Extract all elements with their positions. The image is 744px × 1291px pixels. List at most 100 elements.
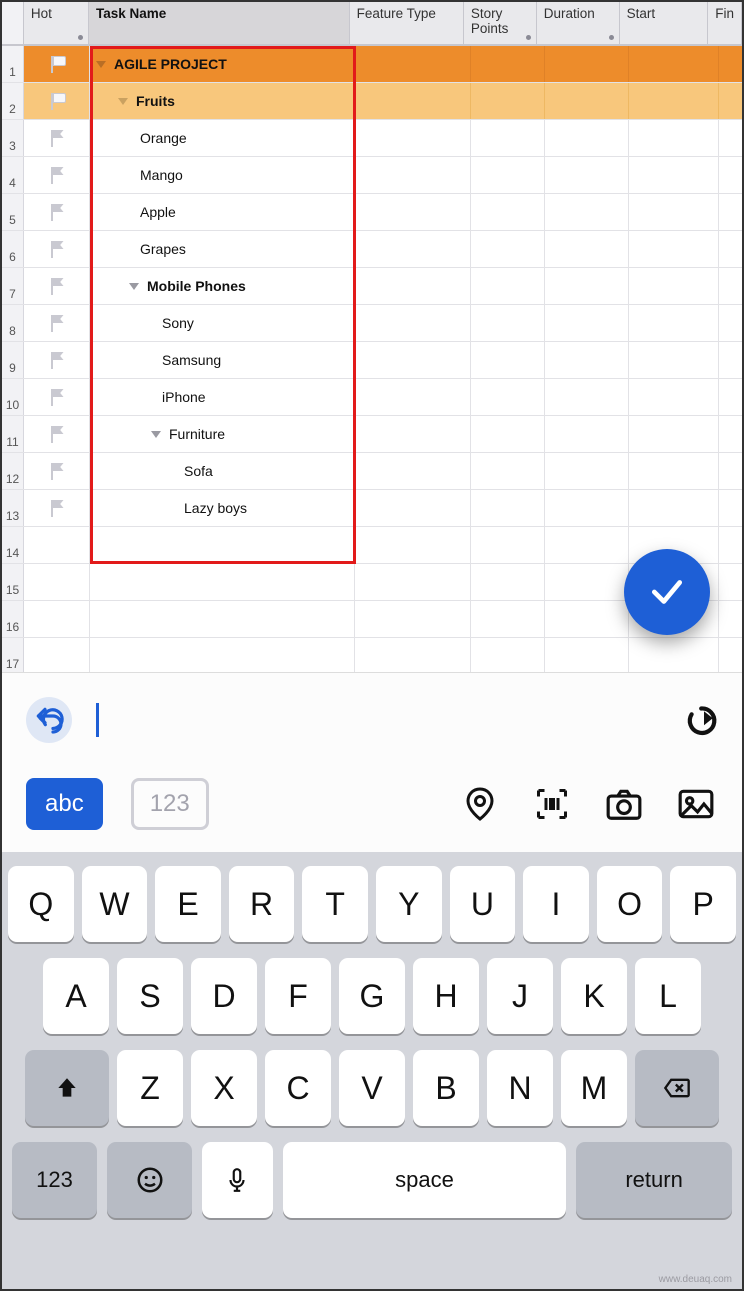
cell-feature_type[interactable] [355,564,471,600]
key-k[interactable]: K [561,958,627,1034]
row-number[interactable]: 13 [2,490,24,526]
table-row[interactable]: 17 [2,638,742,672]
cell-duration[interactable] [545,379,629,415]
key-g[interactable]: G [339,958,405,1034]
task-name-cell[interactable]: iPhone [90,379,355,415]
key-shift[interactable] [25,1050,109,1126]
key-r[interactable]: R [229,866,295,942]
col-header-feature-type[interactable]: Feature Type [350,2,464,45]
row-number[interactable]: 10 [2,379,24,415]
key-x[interactable]: X [191,1050,257,1126]
cell-finish[interactable] [719,416,742,452]
key-y[interactable]: Y [376,866,442,942]
task-name-cell[interactable] [90,638,355,672]
table-row[interactable]: 7Mobile Phones [2,268,742,305]
cell-duration[interactable] [545,342,629,378]
col-header-task-name[interactable]: Task Name [89,2,350,45]
flag-cell[interactable] [24,379,90,415]
cell-finish[interactable] [719,379,742,415]
cell-story_points[interactable] [471,638,545,672]
key-123[interactable]: 123 [12,1142,97,1218]
cell-duration[interactable] [545,527,629,563]
cell-feature_type[interactable] [355,416,471,452]
key-i[interactable]: I [523,866,589,942]
cell-story_points[interactable] [471,527,545,563]
cell-feature_type[interactable] [355,268,471,304]
flag-cell[interactable] [24,453,90,489]
confirm-fab-button[interactable] [624,549,710,635]
table-row[interactable]: 13Lazy boys [2,490,742,527]
flag-cell[interactable] [24,231,90,267]
col-header-duration[interactable]: Duration [537,2,620,45]
table-row[interactable]: 10 iPhone [2,379,742,416]
cell-story_points[interactable] [471,564,545,600]
key-p[interactable]: P [670,866,736,942]
cell-story_points[interactable] [471,46,545,82]
cell-duration[interactable] [545,305,629,341]
key-z[interactable]: Z [117,1050,183,1126]
cell-duration[interactable] [545,157,629,193]
collapse-caret-icon[interactable] [96,61,106,68]
cell-start[interactable] [629,490,719,526]
cell-feature_type[interactable] [355,638,471,672]
flag-cell[interactable] [24,564,90,600]
key-q[interactable]: Q [8,866,74,942]
cell-story_points[interactable] [471,490,545,526]
row-number[interactable]: 14 [2,527,24,563]
cell-story_points[interactable] [471,120,545,156]
task-name-cell[interactable]: AGILE PROJECT [90,46,355,82]
key-space[interactable]: space [283,1142,566,1218]
collapse-caret-icon[interactable] [151,431,161,438]
cell-feature_type[interactable] [355,194,471,230]
row-number[interactable]: 8 [2,305,24,341]
location-button[interactable] [458,782,502,826]
col-header-hot[interactable]: Hot [24,2,89,45]
cell-finish[interactable] [719,83,742,119]
cell-story_points[interactable] [471,231,545,267]
task-name-cell[interactable]: Sony [90,305,355,341]
cell-finish[interactable] [719,194,742,230]
key-emoji[interactable] [107,1142,192,1218]
key-j[interactable]: J [487,958,553,1034]
cell-start[interactable] [629,268,719,304]
key-o[interactable]: O [597,866,663,942]
task-name-cell[interactable] [90,601,355,637]
table-row[interactable]: 12Sofa [2,453,742,490]
key-c[interactable]: C [265,1050,331,1126]
cell-feature_type[interactable] [355,490,471,526]
task-name-cell[interactable]: Mobile Phones [90,268,355,304]
row-number[interactable]: 11 [2,416,24,452]
flag-cell[interactable] [24,490,90,526]
table-row[interactable]: 1 AGILE PROJECT [2,46,742,83]
collapse-caret-icon[interactable] [129,283,139,290]
flag-cell[interactable] [24,342,90,378]
table-row[interactable]: 3Orange [2,120,742,157]
row-number[interactable]: 2 [2,83,24,119]
cell-finish[interactable] [719,231,742,267]
key-h[interactable]: H [413,958,479,1034]
col-header-finish[interactable]: Fin [708,2,742,45]
cell-story_points[interactable] [471,157,545,193]
key-t[interactable]: T [302,866,368,942]
cell-duration[interactable] [545,564,629,600]
cell-finish[interactable] [719,120,742,156]
image-button[interactable] [674,782,718,826]
cell-start[interactable] [629,305,719,341]
task-name-cell[interactable]: Apple [90,194,355,230]
cell-story_points[interactable] [471,342,545,378]
flag-cell[interactable] [24,638,90,672]
cell-feature_type[interactable] [355,157,471,193]
flag-cell[interactable] [24,120,90,156]
task-name-cell[interactable]: Grapes [90,231,355,267]
key-w[interactable]: W [82,866,148,942]
cell-story_points[interactable] [471,268,545,304]
cell-feature_type[interactable] [355,83,471,119]
cell-finish[interactable] [719,453,742,489]
key-l[interactable]: L [635,958,701,1034]
cell-start[interactable] [629,157,719,193]
table-row[interactable]: 2Fruits [2,83,742,120]
task-name-cell[interactable] [90,527,355,563]
flag-cell[interactable] [24,194,90,230]
row-number[interactable]: 1 [2,46,24,82]
row-number[interactable]: 6 [2,231,24,267]
